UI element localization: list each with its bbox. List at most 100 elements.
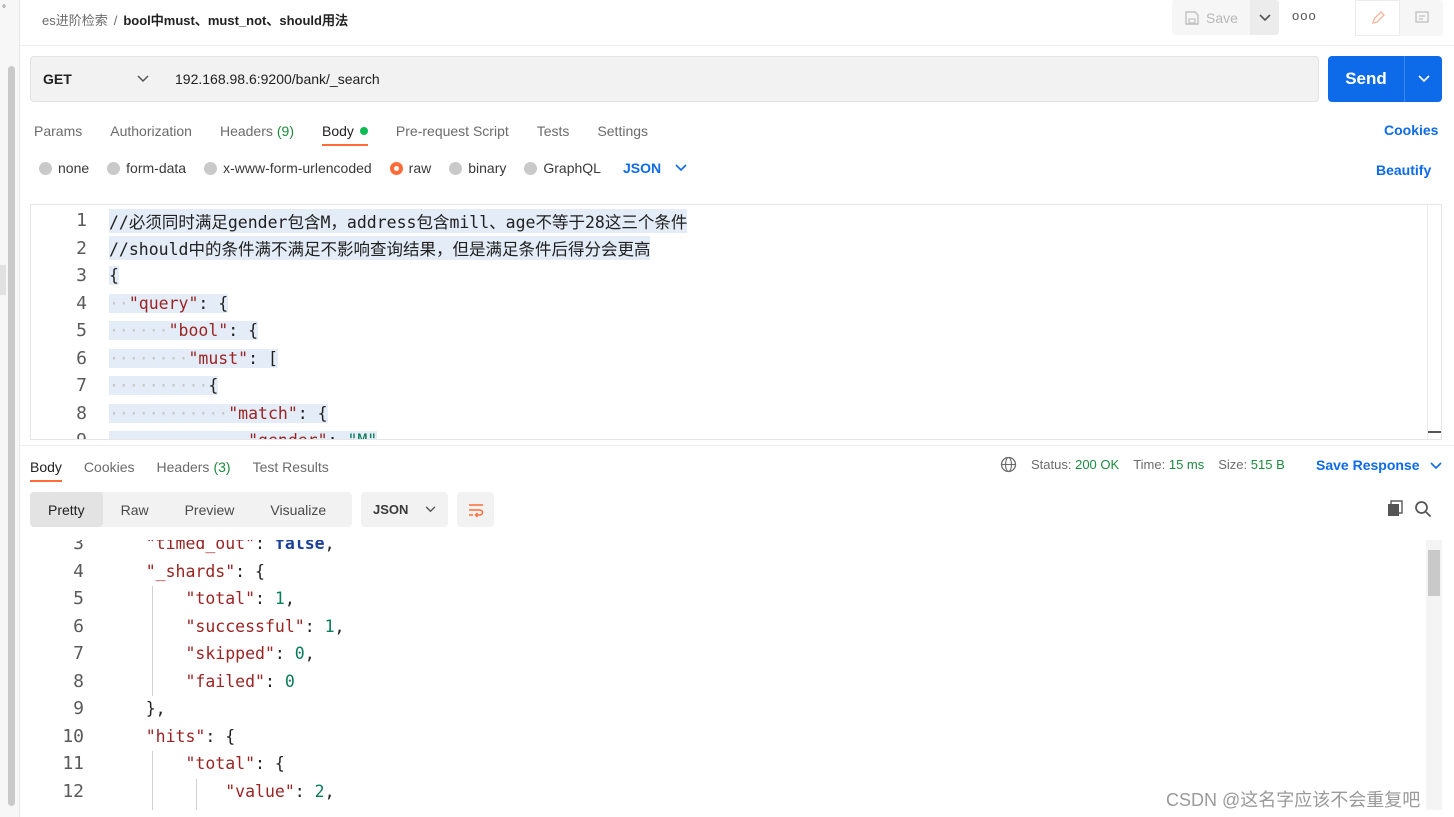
view-pretty[interactable]: Pretty: [30, 492, 103, 527]
json-punct: :: [328, 431, 348, 439]
view-visualize[interactable]: Visualize: [252, 492, 344, 527]
radio-none[interactable]: none: [39, 160, 89, 176]
json-punct: ,: [324, 781, 335, 801]
radio-graphql-label: GraphQL: [543, 160, 601, 176]
url-input[interactable]: 192.168.98.6:9200/bank/_search: [161, 56, 1319, 102]
wrap-lines-button[interactable]: [457, 492, 494, 527]
code-comment: //should中的条件满不满足不影响查询结果，但是满足条件后得分会更高: [109, 236, 651, 261]
json-key: "hits": [145, 726, 206, 746]
response-meta: Status: 200 OK Time: 15 ms Size: 515 B: [1000, 456, 1285, 473]
radio-circle: [524, 161, 538, 175]
scrollbar-thumb[interactable]: [1428, 550, 1440, 596]
response-scrollbar[interactable]: [1426, 540, 1442, 810]
editor-line: 2 //should中的条件满不满足不影响查询结果，但是满足条件后得分会更高: [31, 235, 687, 263]
resp-tab-test-results[interactable]: Test Results: [253, 452, 329, 482]
breadcrumb-collection[interactable]: es进阶检索: [42, 13, 108, 28]
breadcrumb-request-name[interactable]: bool中must、must_not、should用法: [123, 13, 348, 28]
indent-guide: ········: [109, 348, 189, 368]
save-icon: [1185, 10, 1199, 25]
more-actions-button[interactable]: ooo: [1292, 8, 1317, 23]
response-line: 5 "total": 1,: [30, 585, 295, 613]
view-preview[interactable]: Preview: [167, 492, 253, 527]
radio-circle: [449, 161, 463, 175]
save-dropdown-button[interactable]: [1250, 0, 1279, 35]
cookies-link[interactable]: Cookies: [1384, 122, 1438, 138]
line-number: 10: [62, 725, 84, 747]
size-info[interactable]: Size: 515 B: [1218, 457, 1285, 472]
resp-tab-cookies[interactable]: Cookies: [84, 452, 135, 482]
breadcrumb-separator: /: [113, 13, 118, 28]
radio-circle-selected: [389, 161, 403, 175]
pencil-icon: [1371, 11, 1385, 24]
tab-authorization[interactable]: Authorization: [110, 116, 192, 146]
response-body[interactable]: 3 "timed_out": false, 4 "_shards": { 5 "…: [30, 540, 1442, 810]
chevron-down-icon: [137, 75, 149, 83]
json-punct: :: [274, 644, 295, 664]
json-punct: : {: [235, 561, 265, 581]
status-info[interactable]: Status: 200 OK: [1031, 457, 1119, 472]
response-line: 6 "successful": 1,: [30, 613, 344, 641]
view-raw[interactable]: Raw: [103, 492, 167, 527]
code-text: "total": {: [106, 754, 284, 773]
line-number: 3: [73, 540, 84, 555]
response-format-select[interactable]: JSON: [361, 492, 448, 527]
radio-binary[interactable]: binary: [449, 160, 506, 176]
method-label: GET: [43, 71, 72, 87]
code-text: "successful": 1,: [106, 617, 344, 636]
json-punct: {: [208, 376, 219, 396]
resp-tab-headers[interactable]: Headers (3): [157, 452, 231, 482]
tab-params[interactable]: Params: [34, 116, 82, 146]
time-value: 15 ms: [1168, 457, 1205, 472]
save-response-button[interactable]: Save Response: [1316, 457, 1442, 473]
beautify-button[interactable]: Beautify: [1376, 162, 1431, 178]
radio-raw[interactable]: raw: [389, 160, 431, 176]
radio-urlencoded[interactable]: x-www-form-urlencoded: [204, 160, 372, 176]
json-punct: :: [304, 616, 325, 636]
request-body-editor[interactable]: 1 //必须同时满足gender包含M，address包含mill、age不等于2…: [30, 204, 1442, 440]
time-info[interactable]: Time: 15 ms: [1133, 457, 1204, 472]
line-number: 9: [31, 430, 87, 439]
radio-form-data[interactable]: form-data: [107, 160, 186, 176]
edit-documentation-button[interactable]: [1355, 0, 1400, 36]
copy-icon[interactable]: [1386, 500, 1404, 523]
sidebar-scrollbar[interactable]: [8, 66, 15, 806]
radio-graphql[interactable]: GraphQL: [524, 160, 601, 176]
indent-guide: ··············: [109, 431, 248, 439]
tab-prerequest-script[interactable]: Pre-request Script: [396, 116, 509, 146]
editor-line: 1 //必须同时满足gender包含M，address包含mill、age不等于2…: [31, 207, 688, 235]
code-text: "hits": {: [106, 727, 235, 746]
status-value: 200 OK: [1075, 457, 1120, 472]
search-icon[interactable]: [1414, 500, 1432, 523]
response-line: 11 "total": {: [30, 750, 285, 778]
resp-tab-body[interactable]: Body: [30, 452, 62, 482]
code-text: ··········{: [109, 376, 219, 396]
code-comment: //必须同时满足gender包含M，address包含mill、age不等于28…: [109, 208, 688, 233]
send-dropdown-button[interactable]: [1404, 56, 1442, 102]
json-string: "M": [347, 431, 377, 439]
response-line: 9 },: [30, 695, 165, 723]
code-text: {: [109, 266, 119, 286]
tab-tests[interactable]: Tests: [537, 116, 570, 146]
code-text: ············"match": {: [109, 403, 328, 423]
raw-format-select[interactable]: JSON: [623, 160, 687, 176]
radio-circle: [107, 161, 121, 175]
send-button[interactable]: Send: [1328, 56, 1442, 102]
code-text: ········"must": [: [109, 348, 278, 368]
save-label: Save: [1206, 9, 1238, 26]
code-text: "failed": 0: [106, 672, 294, 691]
request-tabs: Params Authorization Headers (9) Body Pre…: [34, 116, 648, 146]
tab-body[interactable]: Body: [322, 116, 368, 146]
line-number: 7: [76, 375, 87, 397]
editor-line: 3{: [31, 262, 687, 290]
method-select[interactable]: GET: [30, 56, 162, 102]
tab-headers[interactable]: Headers (9): [220, 116, 294, 146]
json-number: 0: [294, 644, 305, 664]
tab-settings[interactable]: Settings: [597, 116, 648, 146]
response-divider[interactable]: [20, 445, 1454, 446]
raw-format-label: JSON: [622, 160, 662, 176]
json-punct: : [: [248, 348, 278, 368]
globe-icon[interactable]: [1000, 456, 1017, 473]
comments-button[interactable]: [1400, 0, 1443, 36]
editor-scrollbar[interactable]: [1427, 205, 1441, 439]
response-line: 4 "_shards": {: [30, 558, 265, 586]
